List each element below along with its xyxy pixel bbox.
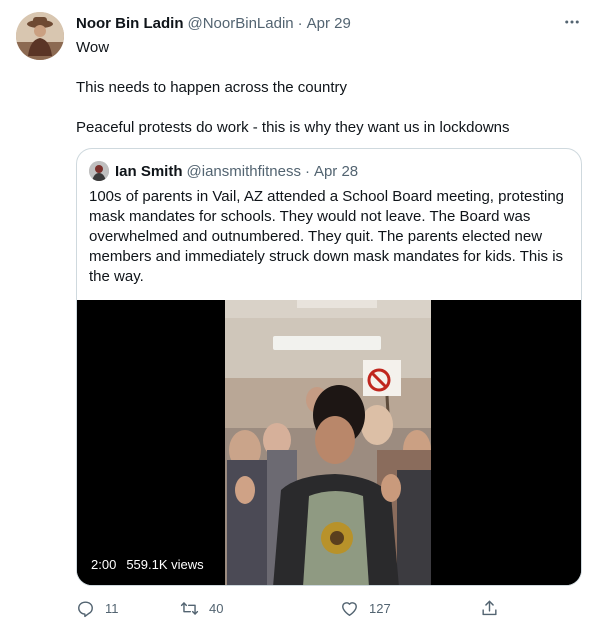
retweet-icon	[180, 601, 199, 615]
reply-button[interactable]: 11	[76, 596, 119, 620]
retweet-count: 40	[209, 600, 224, 616]
author-avatar[interactable]	[16, 12, 64, 60]
video-duration: 2:00	[91, 557, 117, 572]
like-button[interactable]: 127	[340, 596, 391, 620]
share-button[interactable]	[480, 596, 509, 620]
quoted-date[interactable]: Apr 28	[314, 163, 358, 180]
quoted-text: 100s of parents in Vail, AZ attended a S…	[89, 188, 565, 285]
tweet-text: Wow This needs to happen across the coun…	[76, 38, 586, 138]
quoted-author-name[interactable]: Ian Smith	[115, 163, 183, 180]
tweet-text-line: Wow	[76, 39, 110, 56]
tweet-header: Noor Bin Ladin @NoorBinLadin · Apr 29	[76, 13, 351, 33]
share-icon	[482, 600, 497, 615]
tweet-text-line: Peaceful protests do work - this is why …	[76, 119, 510, 136]
quoted-tweet[interactable]: Ian Smith @iansmithfitness · Apr 28 100s…	[76, 148, 582, 586]
reply-icon	[78, 600, 93, 617]
separator: ·	[304, 162, 310, 180]
author-name[interactable]: Noor Bin Ladin	[76, 15, 184, 32]
reply-count: 11	[105, 600, 119, 616]
retweet-button[interactable]: 40	[180, 596, 223, 620]
video-player[interactable]: 2:00 559.1K views	[77, 300, 581, 585]
tweet-text-line: This needs to happen across the country	[76, 79, 347, 96]
more-horizontal-icon[interactable]	[560, 12, 584, 32]
tweet-actions: 11 40 127	[76, 596, 506, 620]
video-views: 559.1K views	[126, 557, 204, 572]
heart-icon	[342, 601, 357, 616]
like-count: 127	[369, 600, 391, 616]
tweet-date[interactable]: Apr 29	[307, 15, 351, 32]
author-handle[interactable]: @NoorBinLadin	[188, 15, 294, 32]
tweet[interactable]: Noor Bin Ladin @NoorBinLadin · Apr 29 Wo…	[0, 0, 598, 629]
separator: ·	[297, 14, 303, 32]
quoted-header: Ian Smith @iansmithfitness · Apr 28	[89, 161, 358, 181]
video-info: 2:00 559.1K views	[91, 557, 204, 572]
quoted-author-avatar	[89, 161, 109, 181]
quoted-author-handle[interactable]: @iansmithfitness	[187, 163, 301, 180]
